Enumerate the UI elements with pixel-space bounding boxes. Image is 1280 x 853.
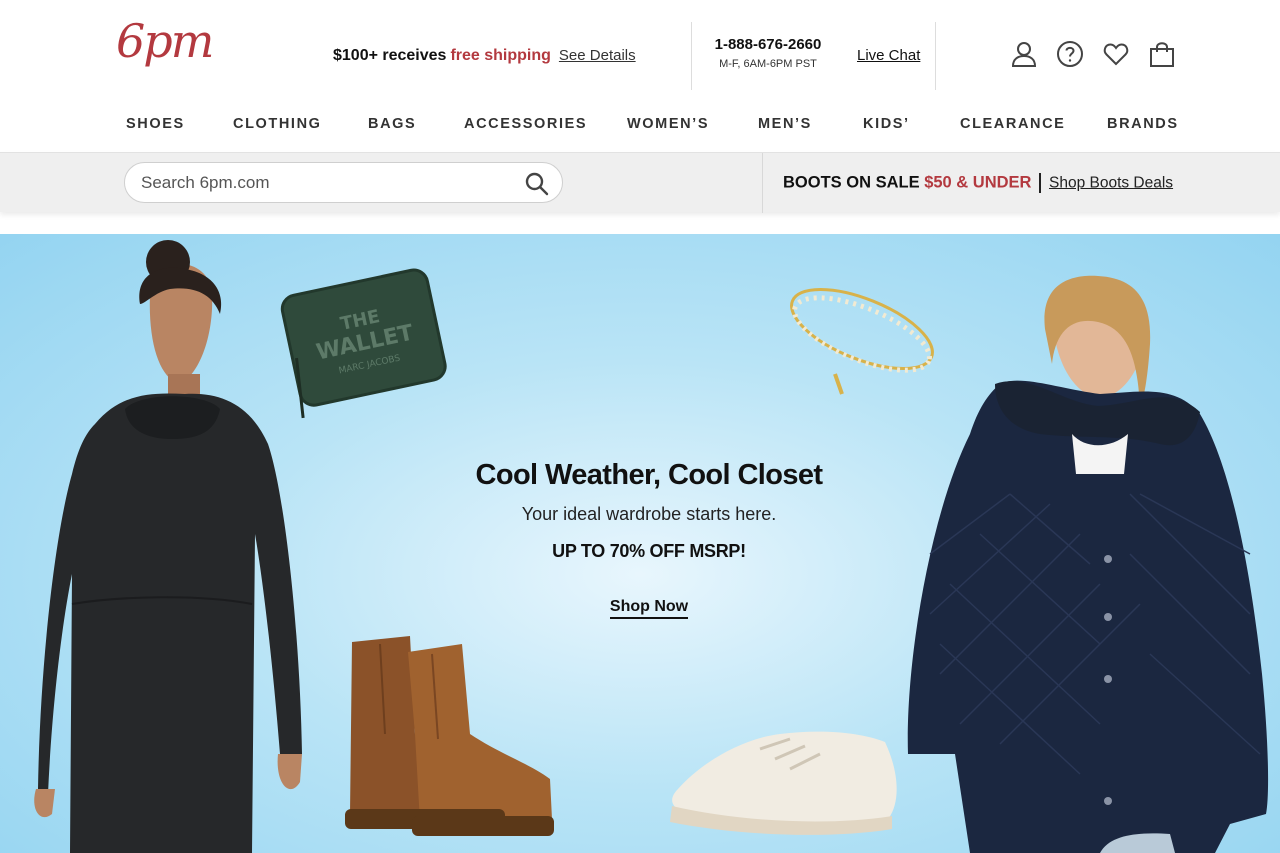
divider	[935, 22, 936, 90]
boots-product-image[interactable]	[345, 636, 554, 836]
nav-clothing[interactable]: CLOTHING	[233, 116, 322, 132]
phone-number[interactable]: 1-888-676-2660	[706, 36, 830, 53]
hero-banner[interactable]: THE WALLET MARC JACOBS Cool Weather, Coo…	[0, 234, 1280, 853]
promo-divider	[1039, 173, 1041, 193]
customer-service: 1-888-676-2660 M-F, 6AM-6PM PST	[706, 36, 830, 70]
service-hours: M-F, 6AM-6PM PST	[719, 58, 817, 70]
shop-boots-deals-link[interactable]: Shop Boots Deals	[1049, 174, 1173, 191]
nav-clearance[interactable]: CLEARANCE	[960, 116, 1065, 132]
site-header: 6pm $100+ receives free shipping See Detai…	[0, 0, 1280, 104]
hero-heading: Cool Weather, Cool Closet	[475, 459, 823, 491]
boots-promo: BOOTS ON SALE $50 & UNDER Shop Boots Deal…	[783, 173, 1173, 193]
nav-womens[interactable]: WOMEN’S	[627, 116, 709, 132]
model-left-image[interactable]	[34, 240, 302, 853]
hero-copy: Cool Weather, Cool Closet Your ideal war…	[449, 459, 849, 619]
nav-brands[interactable]: BRANDS	[1107, 116, 1179, 132]
hero-offer: UP TO 70% OFF MSRP!	[552, 541, 746, 561]
nav-kids[interactable]: KIDS’	[863, 116, 910, 132]
account-icon[interactable]	[1008, 38, 1040, 70]
shopping-bag-icon[interactable]	[1146, 38, 1178, 70]
divider	[762, 153, 763, 213]
see-details-link[interactable]: See Details	[559, 47, 636, 64]
search-band: BOOTS ON SALE $50 & UNDER Shop Boots Deal…	[0, 152, 1280, 213]
utility-icons	[1008, 38, 1178, 70]
search-icon[interactable]	[524, 171, 550, 197]
nav-shoes[interactable]: SHOES	[126, 116, 185, 132]
hero-subheading: Your ideal wardrobe starts here.	[521, 504, 777, 524]
promo-text: BOOTS ON SALE	[783, 173, 920, 192]
bracelet-product-image[interactable]	[781, 273, 943, 395]
model-right-image[interactable]	[907, 275, 1269, 853]
search-box	[124, 162, 563, 203]
shop-now-link[interactable]: Shop Now	[609, 598, 689, 619]
help-icon[interactable]	[1054, 38, 1086, 70]
promo-price-text: $50 & UNDER	[924, 173, 1032, 192]
divider	[691, 22, 692, 90]
favorites-heart-icon[interactable]	[1100, 38, 1132, 70]
main-nav: SHOES CLOTHING BAGS ACCESSORIES WOMEN’S …	[0, 104, 1280, 152]
sneakers-product-image[interactable]	[670, 731, 897, 835]
wallet-product-image[interactable]: THE WALLET MARC JACOBS	[278, 267, 450, 419]
free-shipping-text: free shipping	[450, 47, 551, 64]
nav-mens[interactable]: MEN’S	[758, 116, 812, 132]
live-chat-link[interactable]: Live Chat	[857, 47, 920, 64]
shipping-text: $100+ receives	[333, 47, 447, 64]
search-input[interactable]	[141, 171, 511, 195]
nav-accessories[interactable]: ACCESSORIES	[464, 116, 587, 132]
logo[interactable]: 6pm	[116, 18, 214, 64]
shipping-banner: $100+ receives free shipping See Details	[333, 47, 636, 65]
nav-bags[interactable]: BAGS	[368, 116, 416, 132]
